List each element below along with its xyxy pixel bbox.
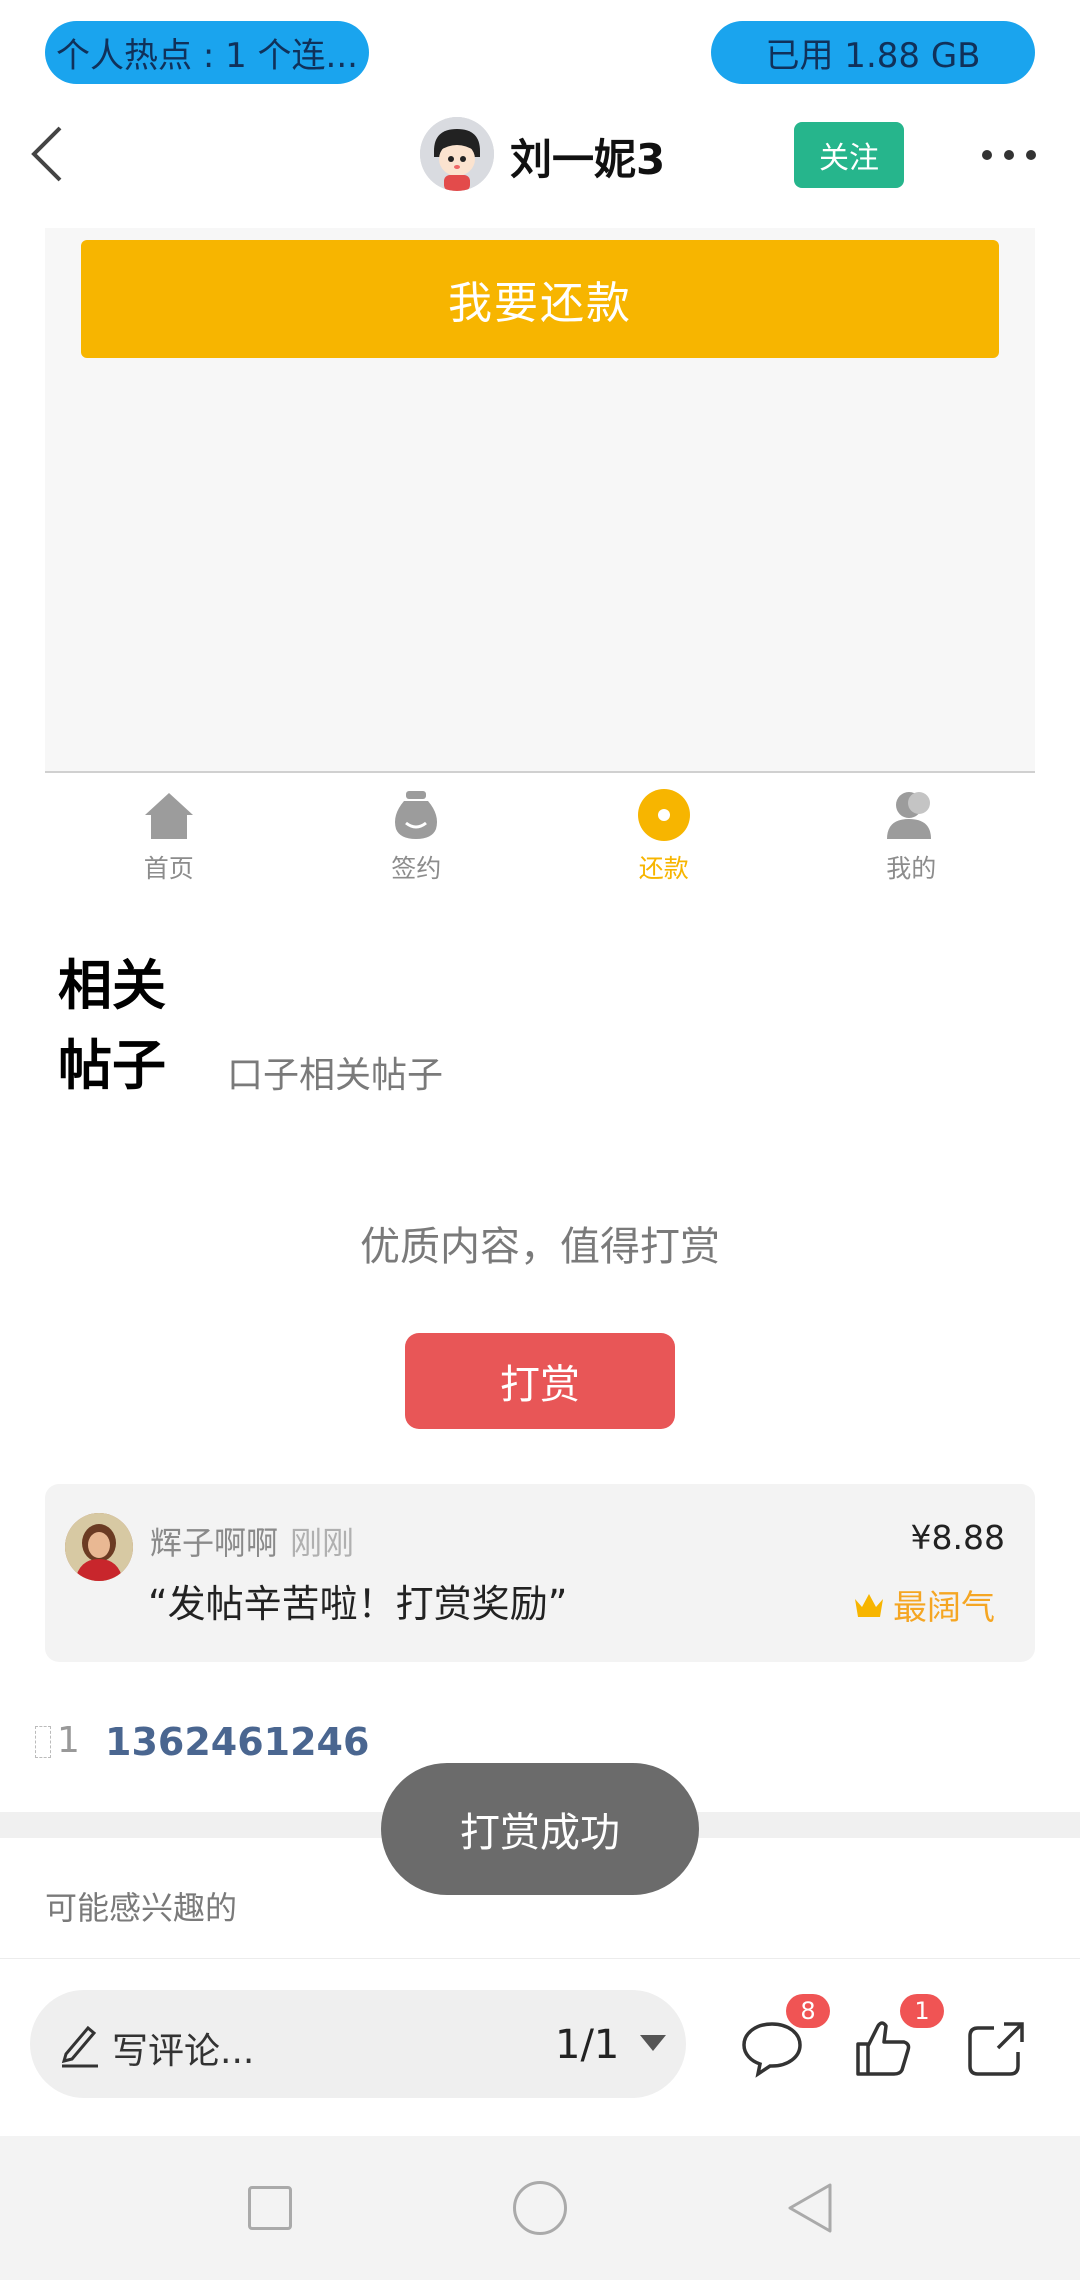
- caret-down-icon[interactable]: [640, 2035, 666, 2051]
- top-rewarder-badge: 最阔气: [853, 1580, 995, 1629]
- data-usage-text: 已用 1.88 GB: [765, 36, 981, 76]
- data-usage-pill[interactable]: 已用 1.88 GB: [711, 21, 1035, 84]
- comment-icon[interactable]: [740, 2018, 804, 2078]
- like-icon[interactable]: [852, 2018, 916, 2078]
- hotspot-text: 个人热点 : 1 个连...: [56, 36, 358, 76]
- top-rewarder-label: 最阔气: [893, 1588, 995, 1628]
- rewarder-name[interactable]: 辉子啊啊: [150, 1524, 278, 1562]
- nav-label-repay: 还款: [638, 854, 689, 883]
- hotspot-status-pill[interactable]: 个人热点 : 1 个连...: [45, 21, 369, 84]
- pencil-icon: [60, 2020, 100, 2068]
- floor-icon: [35, 1726, 51, 1758]
- page-indicator[interactable]: 1/1: [555, 2022, 619, 2068]
- reward-tip: 优质内容，值得打赏: [360, 1224, 720, 1270]
- rewarder-info: 辉子啊啊 刚刚: [150, 1518, 354, 1564]
- reward-time: 刚刚: [290, 1524, 355, 1562]
- like-count-badge: 1: [900, 1994, 944, 2028]
- nav-item-sign: 签约: [293, 775, 541, 905]
- nav-item-home: 首页: [45, 775, 293, 905]
- nav-label-sign: 签约: [391, 854, 442, 883]
- recent-apps-icon[interactable]: [248, 2186, 292, 2230]
- nav-label-home: 首页: [143, 854, 194, 883]
- nav-label-mine: 我的: [886, 854, 937, 883]
- coin-icon: [636, 787, 692, 843]
- author-name[interactable]: 刘一妮3: [510, 126, 665, 187]
- reward-success-toast: 打赏成功: [381, 1763, 699, 1895]
- rewarder-avatar[interactable]: [65, 1513, 133, 1581]
- person-icon: [883, 787, 939, 843]
- comment-count-badge: 8: [786, 1994, 830, 2028]
- nav-item-mine: 我的: [788, 775, 1036, 905]
- embedded-bottom-nav: 首页 签约 还款 我的: [45, 775, 1035, 905]
- nav-item-repay: 还款: [540, 775, 788, 905]
- floor-label: 1: [35, 1720, 80, 1761]
- reward-message: “发帖辛苦啦！打赏奖励”: [148, 1582, 568, 1626]
- share-icon[interactable]: [964, 2018, 1028, 2078]
- phone-number-link[interactable]: 1362461246: [105, 1720, 369, 1764]
- follow-button[interactable]: 关注: [794, 122, 904, 188]
- back-nav-icon[interactable]: [786, 2182, 834, 2238]
- reward-amount: ¥8.88: [910, 1518, 1005, 1557]
- crown-icon: [855, 1593, 883, 1617]
- repay-button: 我要还款: [81, 240, 999, 358]
- floor-number: 1: [57, 1720, 80, 1761]
- may-interest-label: 可能感兴趣的: [45, 1889, 238, 1927]
- back-icon[interactable]: [28, 124, 68, 184]
- more-options-icon[interactable]: [982, 145, 1036, 165]
- home-icon: [141, 787, 197, 843]
- bag-icon: [388, 787, 444, 843]
- reward-button[interactable]: 打赏: [405, 1333, 675, 1429]
- author-avatar[interactable]: [420, 117, 494, 191]
- home-nav-icon[interactable]: [513, 2181, 567, 2235]
- related-posts-title: 相关帖子: [58, 953, 166, 1097]
- comment-placeholder[interactable]: 写评论...: [112, 2022, 254, 2074]
- related-posts-subtitle[interactable]: 口子相关帖子: [227, 1046, 443, 1098]
